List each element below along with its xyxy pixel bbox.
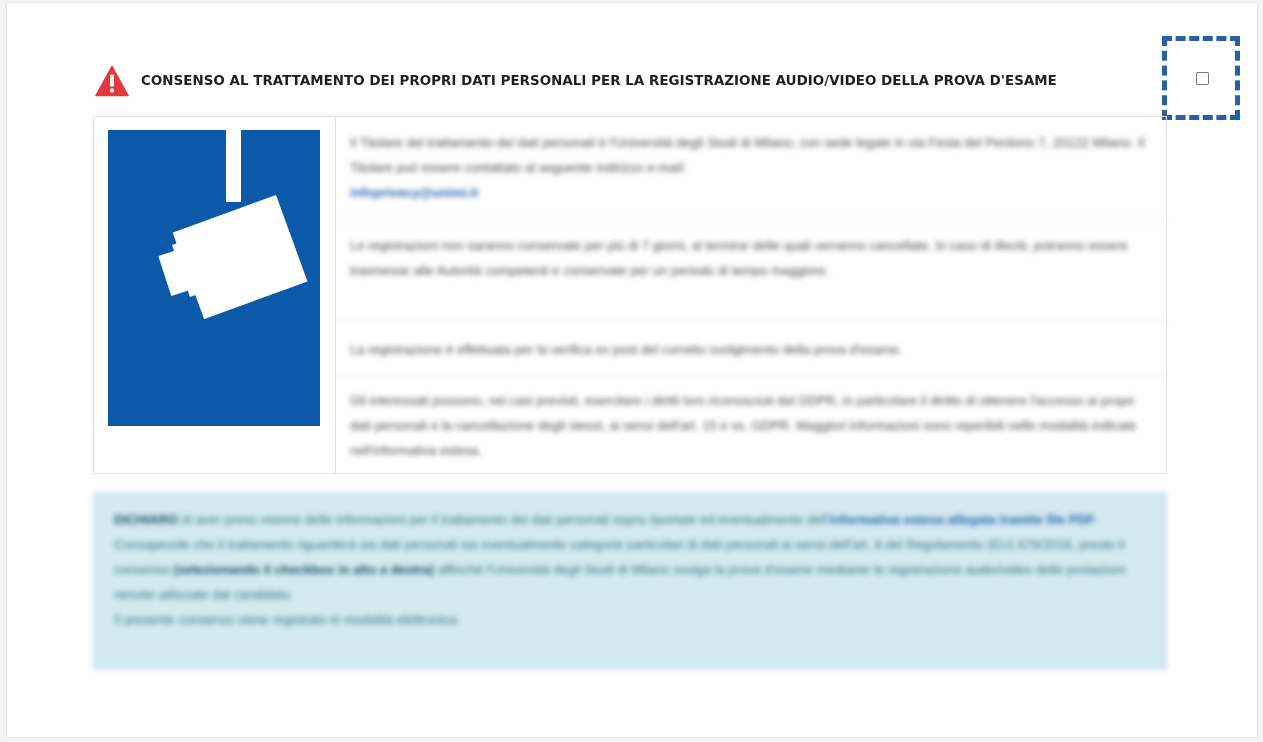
consent-card: CONSENSO AL TRATTAMENTO DEI PROPRI DATI …	[6, 2, 1258, 738]
declaration-line-1: DICHIARO di aver preso visione delle inf…	[114, 512, 1099, 527]
warning-triangle-icon	[95, 65, 129, 97]
info-row-text: Le registrazioni non saranno conservate …	[350, 238, 1128, 278]
surveillance-camera-icon	[108, 130, 320, 426]
camera-image-cell	[94, 117, 336, 473]
info-rows: Il Titolare del trattamento dei dati per…	[336, 117, 1166, 473]
info-row-text: Il Titolare del trattamento dei dati per…	[350, 135, 1145, 175]
declaration-line-2: Consapevole che il trattamento riguarder…	[114, 532, 1146, 607]
consent-title: CONSENSO AL TRATTAMENTO DEI PROPRI DATI …	[141, 73, 1057, 89]
privacy-email-link[interactable]: infoprivacy@unimi.it	[350, 180, 1152, 205]
info-row-text: La registrazione è effettuata per la ver…	[350, 342, 903, 357]
info-row-data-controller: Il Titolare del trattamento dei dati per…	[336, 117, 1166, 220]
info-row-retention: Le registrazioni non saranno conservate …	[336, 220, 1166, 323]
pdf-info-link[interactable]: informativa estesa allegata tramite file…	[830, 512, 1095, 527]
consent-header: CONSENSO AL TRATTAMENTO DEI PROPRI DATI …	[95, 63, 1057, 99]
info-row-rights: Gli interessati possono, nei casi previs…	[336, 375, 1166, 473]
consent-checkbox[interactable]	[1196, 72, 1209, 85]
declaration-box: DICHIARO di aver preso visione delle inf…	[93, 492, 1167, 670]
info-row-text: Gli interessati possono, nei casi previs…	[350, 393, 1137, 458]
privacy-info-table: Il Titolare del trattamento dei dati per…	[93, 116, 1167, 474]
declaration-checkbox-hint: (selezionando il checkbox in alto a dest…	[173, 562, 435, 577]
info-row-purpose: La registrazione è effettuata per la ver…	[336, 323, 1166, 375]
declaration-text: di aver preso visione delle informazioni…	[181, 512, 830, 527]
declaration-line-3: Il presente consenso viene registrato in…	[114, 612, 461, 627]
declaration-lead: DICHIARO	[114, 512, 179, 527]
